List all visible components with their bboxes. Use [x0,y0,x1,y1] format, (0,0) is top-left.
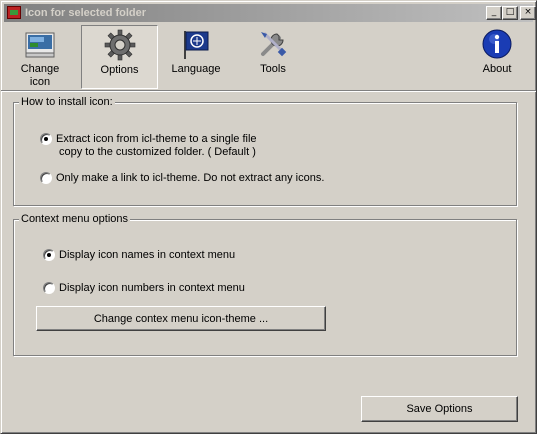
minimize-button[interactable]: _ [486,6,502,20]
toolbar-label-about: About [482,63,512,75]
radio-icon-names-button[interactable] [43,249,55,261]
change-icon-button[interactable]: Change icon [11,25,69,89]
install-icon-group: How to install icon: Extract icon from i… [13,95,517,206]
tab-options[interactable]: Options [81,25,158,89]
app-icon [7,6,21,19]
change-context-menu-theme-button[interactable]: Change contex menu icon-theme ... [36,306,326,331]
toolbar-label-change-icon: Change icon [20,63,60,88]
maximize-button[interactable]: □ [502,6,518,20]
radio-link-label: Only make a link to icl-theme. Do not ex… [56,172,325,184]
radio-extract-icon-button[interactable] [40,133,52,145]
radio-link-icon-button[interactable] [40,172,52,184]
language-flag-icon [180,28,212,60]
tab-language[interactable]: Language [165,25,227,89]
toolbar-divider [1,90,536,92]
radio-icon-names-label: Display icon names in context menu [59,249,236,261]
tab-tools[interactable]: Tools [243,25,303,89]
close-button[interactable]: × [520,6,536,20]
tools-icon [257,28,289,60]
toolbar-label-options: Options [100,64,139,76]
context-group-title: Context menu options [19,212,131,226]
title-bar[interactable]: Icon for selected folder _ □ × [4,4,536,22]
radio-extract-label-line2: copy to the customized folder. ( Default… [59,146,256,158]
context-menu-group: Context menu options Display icon names … [13,212,517,356]
toolbar: Change icon Options Language Tools About [1,25,537,91]
window-title: Icon for selected folder [25,7,147,19]
radio-icon-numbers-button[interactable] [43,282,55,294]
info-icon [481,28,513,60]
install-group-title: How to install icon: [19,95,115,109]
app-window: Icon for selected folder _ □ × Change ic… [0,0,537,434]
save-options-button[interactable]: Save Options [361,396,518,422]
change-icon-icon [24,28,56,60]
gear-icon [104,29,136,61]
tab-about[interactable]: About [467,25,527,89]
toolbar-label-language: Language [171,63,221,75]
radio-icon-numbers-label: Display icon numbers in context menu [59,282,245,294]
radio-extract-label-line1: Extract icon from icl-theme to a single … [56,133,257,145]
toolbar-label-tools: Tools [260,63,286,75]
